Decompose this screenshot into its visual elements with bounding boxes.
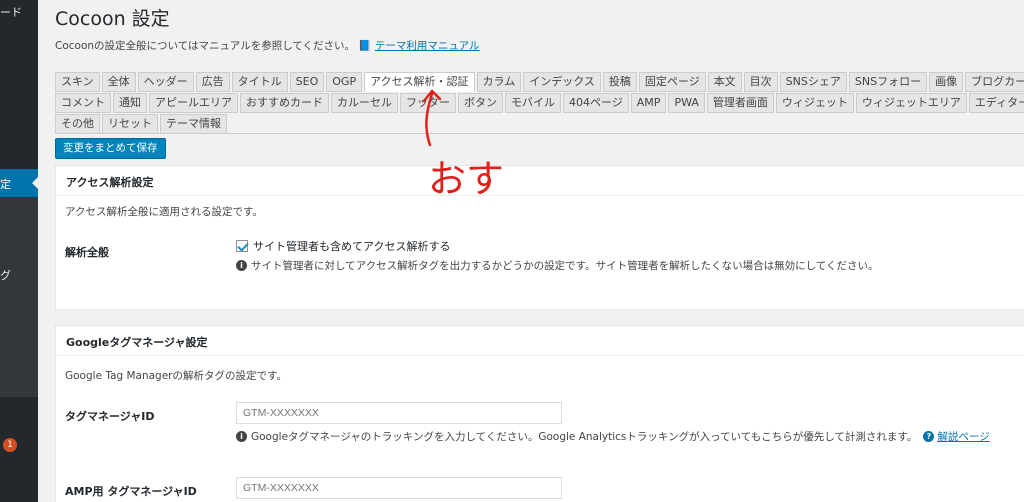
tab-row-1: スキン 全体 ヘッダー 広告 タイトル SEO OGP アクセス解析・認証 カラム インデックス投… bbox=[55, 72, 1024, 92]
gtm-id-input[interactable] bbox=[236, 402, 562, 424]
tab-item[interactable]: タイトル bbox=[231, 72, 288, 92]
tab-item[interactable]: おすすめカード bbox=[240, 93, 329, 113]
analytics-heading: アクセス解析設定 bbox=[56, 166, 1024, 196]
gtm-settings-panel: Googleタグマネージャ設定 Google Tag Managerの解析タグの… bbox=[55, 325, 1024, 502]
sidebar-submenu: グ bbox=[0, 197, 38, 397]
page-title: Cocoon 設定 bbox=[55, 8, 170, 30]
tab-item[interactable]: SEO bbox=[289, 72, 325, 92]
tab-item[interactable]: ボタン bbox=[458, 93, 503, 113]
tab-item[interactable]: 固定ページ bbox=[638, 72, 706, 92]
analytics-checkbox-label: サイト管理者も含めてアクセス解析する bbox=[253, 240, 451, 253]
tab-item[interactable]: エディター bbox=[968, 93, 1024, 113]
admin-sidebar: ード 定 グ 1 bbox=[0, 0, 38, 502]
analytics-settings-panel: アクセス解析設定 アクセス解析全般に適用される設定です。 解析全般 サイト管理者… bbox=[55, 165, 1024, 310]
tab-item[interactable]: ウィジェット bbox=[775, 93, 854, 113]
info-icon: i bbox=[236, 260, 247, 271]
book-icon: 📘 bbox=[358, 40, 372, 52]
gtm-description: Google Tag Managerの解析タグの設定です。 bbox=[65, 370, 287, 382]
tab-item[interactable]: テーマ情報 bbox=[160, 114, 227, 134]
update-count-badge: 1 bbox=[3, 438, 17, 452]
tab-item[interactable]: カルーセル bbox=[331, 93, 398, 113]
tab-item[interactable]: OGP bbox=[326, 72, 363, 92]
analytics-label: 解析全般 bbox=[65, 246, 109, 259]
amp-gtm-id-input[interactable] bbox=[236, 477, 562, 499]
manual-link[interactable]: テーマ利用マニュアル bbox=[375, 40, 480, 52]
analytics-note: i サイト管理者に対してアクセス解析タグを出力するかどうかの設定です。サイト管理… bbox=[236, 258, 878, 273]
tab-row-3: その他 リセット テーマ情報 bbox=[55, 114, 229, 134]
gtm-id-label: タグマネージャID bbox=[65, 410, 155, 423]
tab-item[interactable]: アピールエリア bbox=[149, 93, 238, 113]
tab-item[interactable]: インデックス bbox=[523, 72, 601, 92]
tab-item[interactable]: PWA bbox=[668, 93, 705, 113]
amp-gtm-id-label: AMP用 タグマネージャID bbox=[65, 485, 197, 498]
intro-text: Cocoonの設定全般についてはマニュアルを参照してください。 📘 テーマ利用マ… bbox=[55, 40, 480, 52]
help-page-link[interactable]: 解説ページ bbox=[937, 429, 989, 444]
tab-item[interactable]: SNSシェア bbox=[779, 72, 847, 92]
sidebar-item-cocoon-settings[interactable]: 定 bbox=[0, 169, 38, 197]
tab-item[interactable]: 画像 bbox=[929, 72, 964, 92]
tab-item[interactable]: アクセス解析・認証 bbox=[364, 72, 475, 92]
save-all-button[interactable]: 変更をまとめて保存 bbox=[55, 138, 166, 159]
tab-item[interactable]: スキン bbox=[55, 72, 100, 92]
sidebar-item-dashboard[interactable]: ード bbox=[0, 4, 22, 20]
tab-item[interactable]: 本文 bbox=[707, 72, 742, 92]
tab-item[interactable]: その他 bbox=[55, 114, 100, 134]
tab-item[interactable]: フッター bbox=[400, 93, 456, 113]
tab-item[interactable]: ブログカード bbox=[965, 72, 1024, 92]
tab-item[interactable]: 404ページ bbox=[563, 93, 629, 113]
gtm-id-note: i Googleタグマネージャのトラッキングを入力してください。Google A… bbox=[236, 429, 990, 444]
tab-item[interactable]: カラム bbox=[476, 72, 522, 92]
tab-item[interactable]: ウィジェットエリア bbox=[855, 93, 967, 113]
tab-divider bbox=[55, 133, 1024, 134]
tab-item[interactable]: モバイル bbox=[505, 93, 561, 113]
tab-item[interactable]: 管理者画面 bbox=[706, 93, 774, 113]
sidebar-subitem-tag[interactable]: グ bbox=[0, 267, 11, 283]
tab-item[interactable]: 通知 bbox=[113, 93, 147, 113]
gtm-heading: Googleタグマネージャ設定 bbox=[56, 326, 1024, 356]
tab-item[interactable]: 投稿 bbox=[602, 72, 637, 92]
help-icon: ? bbox=[923, 431, 935, 442]
tab-item[interactable]: コメント bbox=[55, 93, 111, 113]
tab-item[interactable]: リセット bbox=[102, 114, 158, 134]
info-icon: i bbox=[236, 431, 247, 442]
analytics-description: アクセス解析全般に適用される設定です。 bbox=[65, 206, 263, 218]
analytics-checkbox[interactable] bbox=[236, 240, 248, 252]
tab-item[interactable]: AMP bbox=[630, 93, 667, 113]
analytics-checkbox-row[interactable]: サイト管理者も含めてアクセス解析する bbox=[236, 238, 450, 254]
tab-item[interactable]: SNSフォロー bbox=[848, 72, 928, 92]
tab-item[interactable]: 広告 bbox=[195, 72, 230, 92]
tab-item[interactable]: ヘッダー bbox=[137, 72, 194, 92]
tab-item[interactable]: 目次 bbox=[743, 72, 778, 92]
tab-item[interactable]: 全体 bbox=[101, 72, 136, 92]
tab-row-2: コメント 通知 アピールエリア おすすめカード カルーセル フッター ボタン モバイル 404ペ… bbox=[55, 93, 1024, 113]
